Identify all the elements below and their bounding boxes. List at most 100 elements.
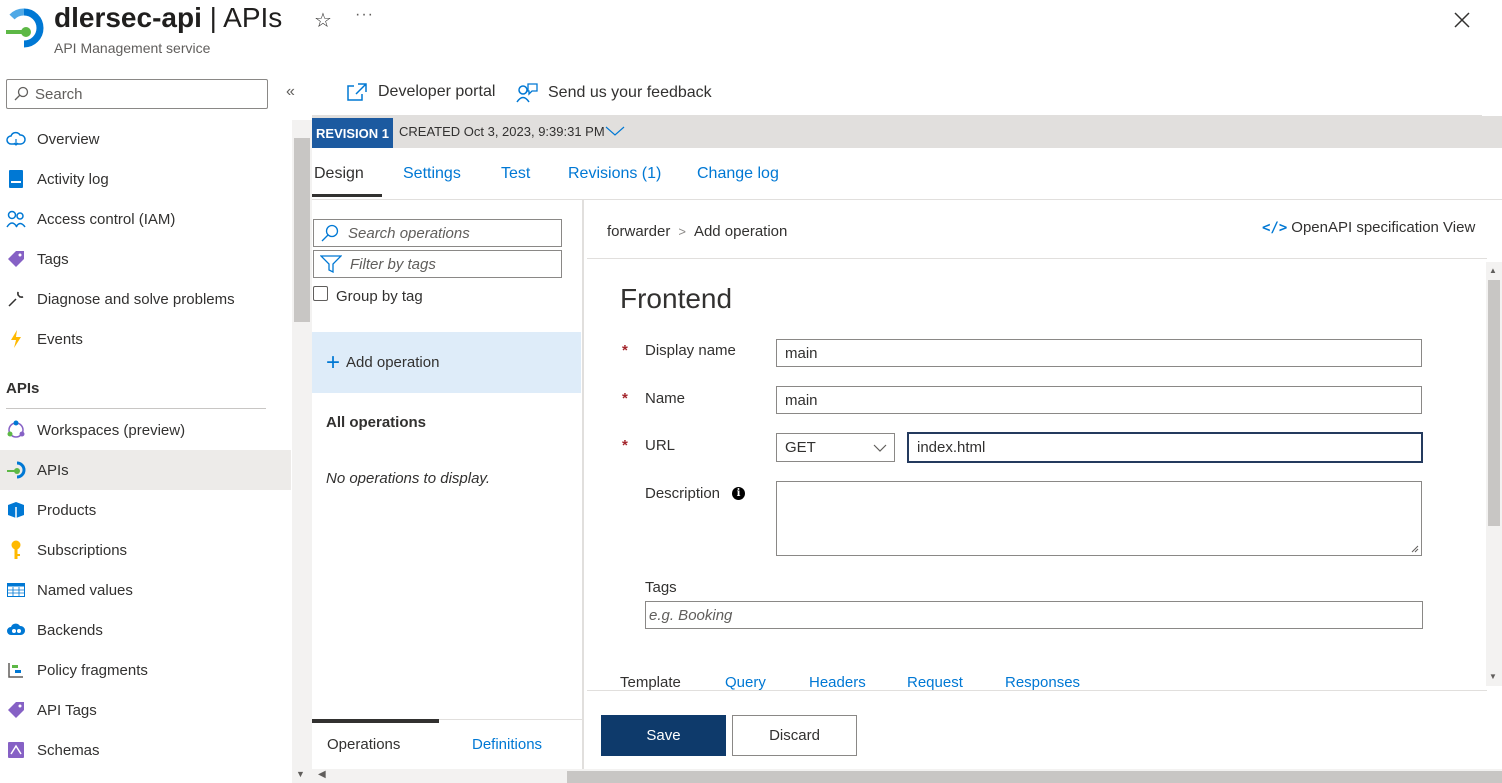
nav-item-label: Subscriptions <box>37 541 128 559</box>
filter-by-tags-input[interactable]: Filter by tags <box>313 250 562 278</box>
tab-settings[interactable]: Settings <box>403 165 461 183</box>
resource-name: dlersec-api <box>54 2 202 33</box>
all-operations-heading[interactable]: All operations <box>326 414 426 431</box>
tab-change-log[interactable]: Change log <box>697 165 779 183</box>
page-subtitle: API Management service <box>54 40 211 56</box>
filter-by-tags-placeholder: Filter by tags <box>350 255 436 273</box>
revision-created-text: CREATED Oct 3, 2023, 9:39:31 PM <box>399 124 605 139</box>
name-input[interactable]: main <box>776 386 1422 414</box>
nav-divider <box>6 408 266 409</box>
nav-scrollbar[interactable] <box>292 120 312 783</box>
info-icon[interactable]: i <box>732 487 745 500</box>
subtab-query[interactable]: Query <box>725 674 766 691</box>
nav-scrollbar-thumb[interactable] <box>294 138 310 322</box>
nav-item-tags[interactable]: Tags <box>0 239 291 279</box>
url-template-input[interactable]: index.html <box>907 432 1423 463</box>
subtab-headers[interactable]: Headers <box>809 674 866 691</box>
code-icon: </> <box>1262 219 1288 236</box>
tab-revisions[interactable]: Revisions (1) <box>568 165 661 183</box>
title-separator: | <box>201 2 224 33</box>
scroll-down-arrow-icon[interactable]: ▼ <box>296 769 305 779</box>
nav-search-input[interactable]: Search <box>6 79 268 109</box>
feedback-icon <box>516 83 538 103</box>
nav-item-label: Named values <box>37 581 133 599</box>
nav-item-products[interactable]: Products <box>0 490 291 530</box>
breadcrumb-parent[interactable]: forwarder <box>607 223 670 240</box>
subtab-template[interactable]: Template <box>620 674 681 691</box>
chevron-down-icon[interactable] <box>604 124 626 143</box>
search-icon <box>321 224 339 242</box>
nav-item-schemas[interactable]: Schemas <box>0 730 291 770</box>
editor-header-divider <box>587 258 1487 259</box>
save-button[interactable]: Save <box>601 715 726 756</box>
editor-scrollbar-thumb[interactable] <box>1488 280 1500 526</box>
name-value: main <box>785 391 818 409</box>
favorite-star-icon[interactable]: ☆ <box>314 8 332 33</box>
nav-item-events[interactable]: Events <box>0 319 291 359</box>
nav-item-api-tags[interactable]: API Tags <box>0 690 291 730</box>
nav-item-activity-log[interactable]: Activity log <box>0 159 291 199</box>
nav-item-label: Products <box>37 501 97 519</box>
required-mark: * <box>622 390 628 407</box>
group-by-tag-checkbox[interactable] <box>313 286 328 301</box>
name-label: Name <box>645 390 686 407</box>
display-name-label: Display name <box>645 342 736 359</box>
tags-label: Tags <box>645 579 677 596</box>
group-by-tag-label: Group by tag <box>336 288 423 305</box>
horizontal-scrollbar-thumb[interactable] <box>567 771 1502 783</box>
openapi-view-button[interactable]: </> OpenAPI specification View <box>1262 219 1475 236</box>
nav-item-backends[interactable]: Backends <box>0 610 291 650</box>
nav-item-named-values[interactable]: Named values <box>0 570 291 610</box>
tags-input[interactable]: e.g. Booking <box>645 601 1423 629</box>
nav-item-overview[interactable]: Overview <box>0 119 291 159</box>
section-title: Frontend <box>620 283 733 314</box>
scroll-up-arrow-icon[interactable]: ▲ <box>1489 266 1497 275</box>
description-textarea[interactable] <box>776 481 1422 556</box>
scroll-down-arrow-icon[interactable]: ▼ <box>1489 672 1497 681</box>
lightning-icon <box>6 329 26 349</box>
revision-badge: REVISION 1 <box>312 118 393 148</box>
nav-item-label: APIs <box>37 461 69 479</box>
no-operations-message: No operations to display. <box>326 470 490 487</box>
tab-definitions[interactable]: Definitions <box>472 736 542 753</box>
nav-item-policy-fragments[interactable]: Policy fragments <box>0 650 291 690</box>
add-operation-button[interactable]: + Add operation <box>312 332 581 393</box>
subtab-responses[interactable]: Responses <box>1005 674 1080 691</box>
feedback-button[interactable]: Send us your feedback <box>516 82 712 104</box>
collapse-nav-icon[interactable]: « <box>286 83 295 101</box>
nav-item-access-control[interactable]: Access control (IAM) <box>0 199 291 239</box>
breadcrumb-current: Add operation <box>693 223 788 240</box>
policy-icon <box>6 660 26 680</box>
nav-item-label: Workspaces (preview) <box>37 421 186 439</box>
nav-item-label: Access control (IAM) <box>37 210 176 228</box>
nav-item-workspaces[interactable]: Workspaces (preview) <box>0 410 291 450</box>
nav-item-subscriptions[interactable]: Subscriptions <box>0 530 291 570</box>
subtab-request[interactable]: Request <box>907 674 963 691</box>
scroll-left-arrow-icon[interactable]: ◀ <box>318 769 326 780</box>
tags-placeholder: e.g. Booking <box>649 606 733 624</box>
required-mark: * <box>622 437 628 454</box>
http-method-value: GET <box>785 439 816 456</box>
table-icon <box>6 580 26 600</box>
horizontal-scrollbar[interactable]: ◀ <box>312 769 1502 783</box>
tab-operations[interactable]: Operations <box>327 736 400 753</box>
nav-item-label: Events <box>37 330 83 348</box>
search-operations-input[interactable]: Search operations <box>313 219 562 247</box>
resize-grip-icon[interactable] <box>1409 543 1419 553</box>
close-icon[interactable] <box>1452 10 1472 30</box>
display-name-input[interactable]: main <box>776 339 1422 367</box>
developer-portal-button[interactable]: Developer portal <box>346 82 495 102</box>
nav-item-apis[interactable]: APIs <box>0 450 291 490</box>
nav-item-diagnose[interactable]: Diagnose and solve problems <box>0 279 291 319</box>
nav-search-placeholder: Search <box>35 85 83 103</box>
tab-test[interactable]: Test <box>501 165 530 183</box>
more-options-icon[interactable]: ··· <box>355 6 374 24</box>
editor-scrollbar[interactable]: ▲ ▼ <box>1486 262 1502 686</box>
nav-item-label: Activity log <box>37 170 109 188</box>
nav-item-label: Overview <box>37 130 100 148</box>
discard-button[interactable]: Discard <box>732 715 857 756</box>
backends-icon <box>6 620 26 640</box>
url-label: URL <box>645 437 676 454</box>
http-method-select[interactable]: GET <box>776 433 895 462</box>
tab-design[interactable]: Design <box>314 165 364 183</box>
